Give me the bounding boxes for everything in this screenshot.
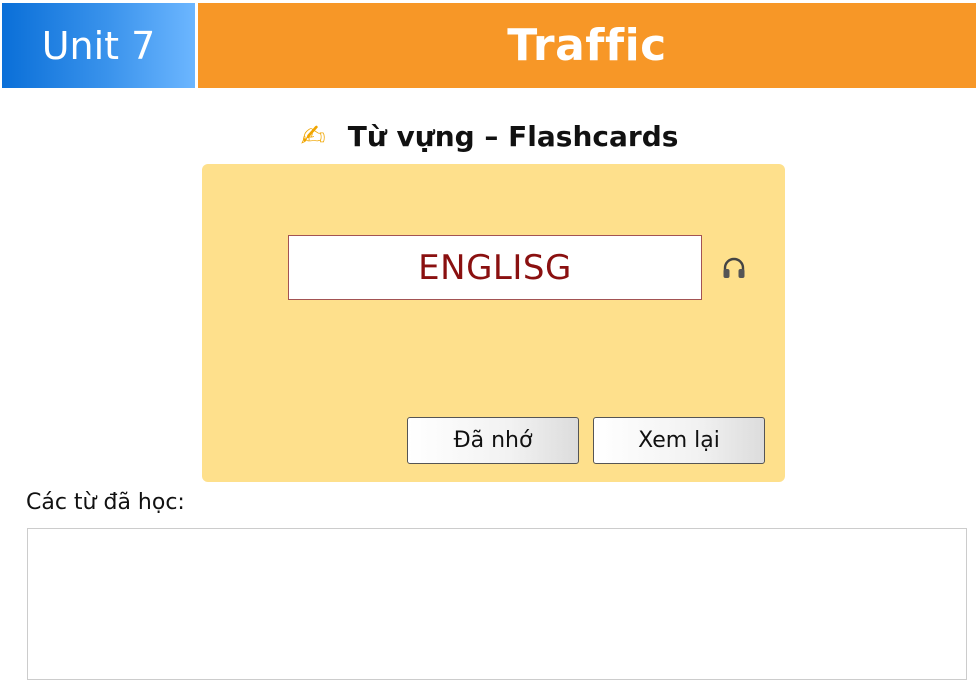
remembered-button[interactable]: Đã nhớ (407, 417, 579, 464)
page-title: Traffic (198, 3, 976, 88)
learned-words-label: Các từ đã học: (26, 490, 185, 515)
section-heading-text: Từ vựng – Flashcards (347, 119, 679, 153)
flashcard-word[interactable]: ENGLISG (288, 235, 702, 300)
learned-words-list (27, 528, 967, 680)
review-button[interactable]: Xem lại (593, 417, 765, 464)
headphones-icon[interactable] (721, 255, 747, 281)
section-heading: ✍ Từ vựng – Flashcards (0, 112, 979, 160)
writing-hand-icon: ✍ (300, 118, 326, 154)
header-bar: Unit 7 Traffic (0, 0, 979, 90)
flashcard: ENGLISG Đã nhớ Xem lại (202, 164, 785, 482)
unit-label: Unit 7 (2, 3, 195, 88)
